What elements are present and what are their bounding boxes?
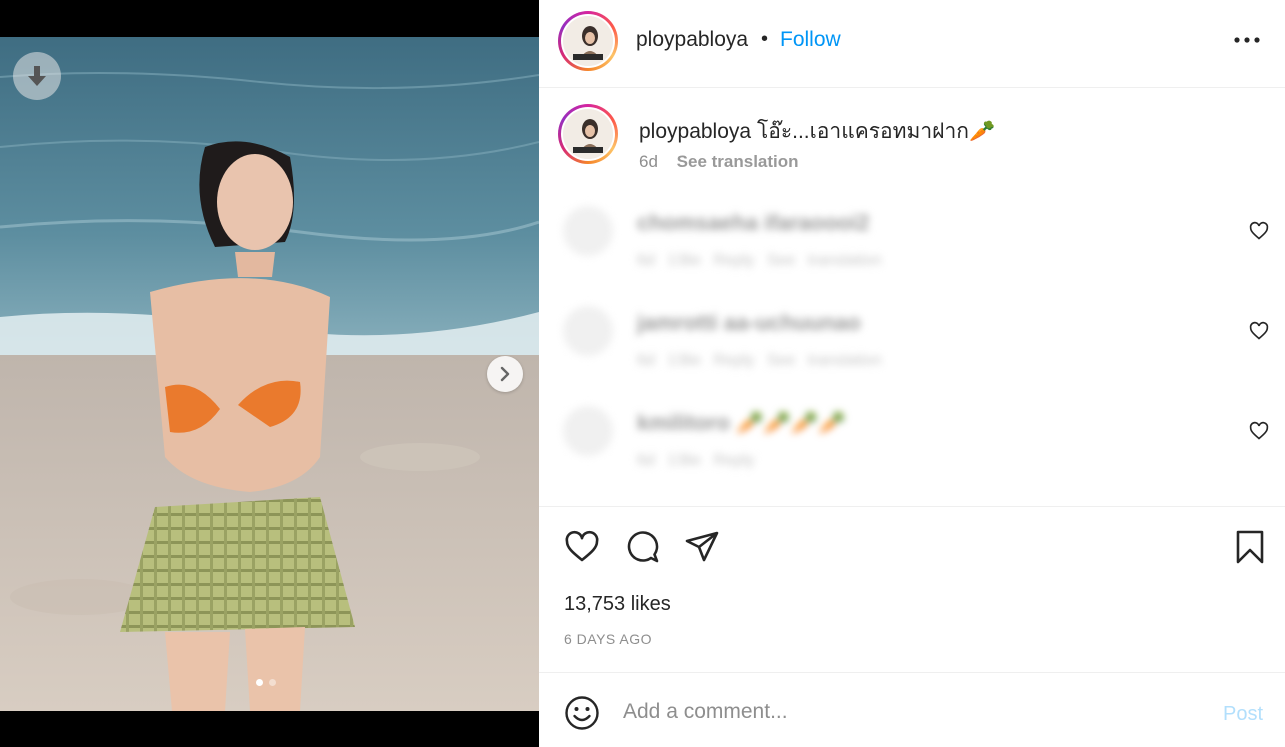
comment-item: kmilitoro 🥕🥕🥕🥕 6d 13lie Reply <box>539 400 1285 490</box>
download-button[interactable] <box>13 52 61 100</box>
comment-composer: Post <box>539 672 1285 747</box>
comment-item: jamrotti aa-uchuunao 6d 13lie Reply See … <box>539 300 1285 390</box>
comment-avatar[interactable] <box>563 406 613 456</box>
comment-text: chomsaeha ifaraoooi2 <box>637 210 870 235</box>
carousel-indicator <box>256 679 276 686</box>
post-photo[interactable] <box>0 37 539 711</box>
comment-icon[interactable] <box>624 529 660 565</box>
paper-plane-icon[interactable] <box>684 529 720 565</box>
profile-image <box>563 16 613 66</box>
post-details-panel: ploypabloya • Follow ploypabloya โอ๊ะ...… <box>539 0 1285 747</box>
carousel-dot-1 <box>256 679 263 686</box>
more-horizontal-icon[interactable] <box>1232 30 1262 50</box>
comment-avatar[interactable] <box>563 306 613 356</box>
post-header: ploypabloya • Follow <box>539 0 1285 88</box>
comment-input[interactable] <box>623 697 1183 727</box>
caption-meta: 6d See translation <box>639 152 799 172</box>
caption-avatar[interactable] <box>558 104 618 164</box>
post-button[interactable]: Post <box>1223 703 1263 726</box>
heart-icon[interactable] <box>564 529 600 565</box>
comment-like-heart-icon[interactable] <box>1249 221 1269 241</box>
profile-picture <box>563 16 613 66</box>
comment-like-heart-icon[interactable] <box>1249 421 1269 441</box>
arrow-down-icon <box>28 66 46 86</box>
bookmark-icon[interactable] <box>1232 529 1268 565</box>
profile-image <box>563 109 613 159</box>
post-media <box>0 0 539 747</box>
post-actions: 13,753 likes 6 DAYS AGO <box>539 506 1285 674</box>
likes-count[interactable]: 13,753 likes <box>564 593 671 616</box>
beach-photo <box>0 37 539 711</box>
comment-avatar[interactable] <box>563 206 613 256</box>
chevron-right-icon <box>500 366 510 382</box>
header-username[interactable]: ploypabloya <box>636 28 748 52</box>
comment-meta: 6d 13lie Reply <box>637 452 755 469</box>
avatar[interactable] <box>558 11 618 71</box>
carousel-dot-2 <box>269 679 276 686</box>
comment-like-heart-icon[interactable] <box>1249 321 1269 341</box>
comment-meta: 6d 13lie Reply See translation <box>637 252 882 269</box>
header-separator: • <box>761 28 769 50</box>
emoji-icon[interactable] <box>564 695 600 731</box>
caption-text: โอ๊ะ...เอาแครอทมาฝาก🥕 <box>756 120 996 143</box>
comment-text: kmilitoro 🥕🥕🥕🥕 <box>637 410 846 435</box>
post-date: 6 DAYS AGO <box>564 631 652 647</box>
next-slide-button[interactable] <box>487 356 523 392</box>
see-translation-link[interactable]: See translation <box>677 152 799 171</box>
caption-text-row: ploypabloya โอ๊ะ...เอาแครอทมาฝาก🥕 <box>639 115 995 148</box>
caption-age: 6d <box>639 152 658 171</box>
caption-username[interactable]: ploypabloya <box>639 120 751 143</box>
comment-text: jamrotti aa-uchuunao <box>637 310 861 335</box>
profile-picture <box>563 109 613 159</box>
comment-meta: 6d 13lie Reply See translation <box>637 352 882 369</box>
follow-button[interactable]: Follow <box>780 28 841 52</box>
comment-item: chomsaeha ifaraoooi2 6d 13lie Reply See … <box>539 200 1285 290</box>
